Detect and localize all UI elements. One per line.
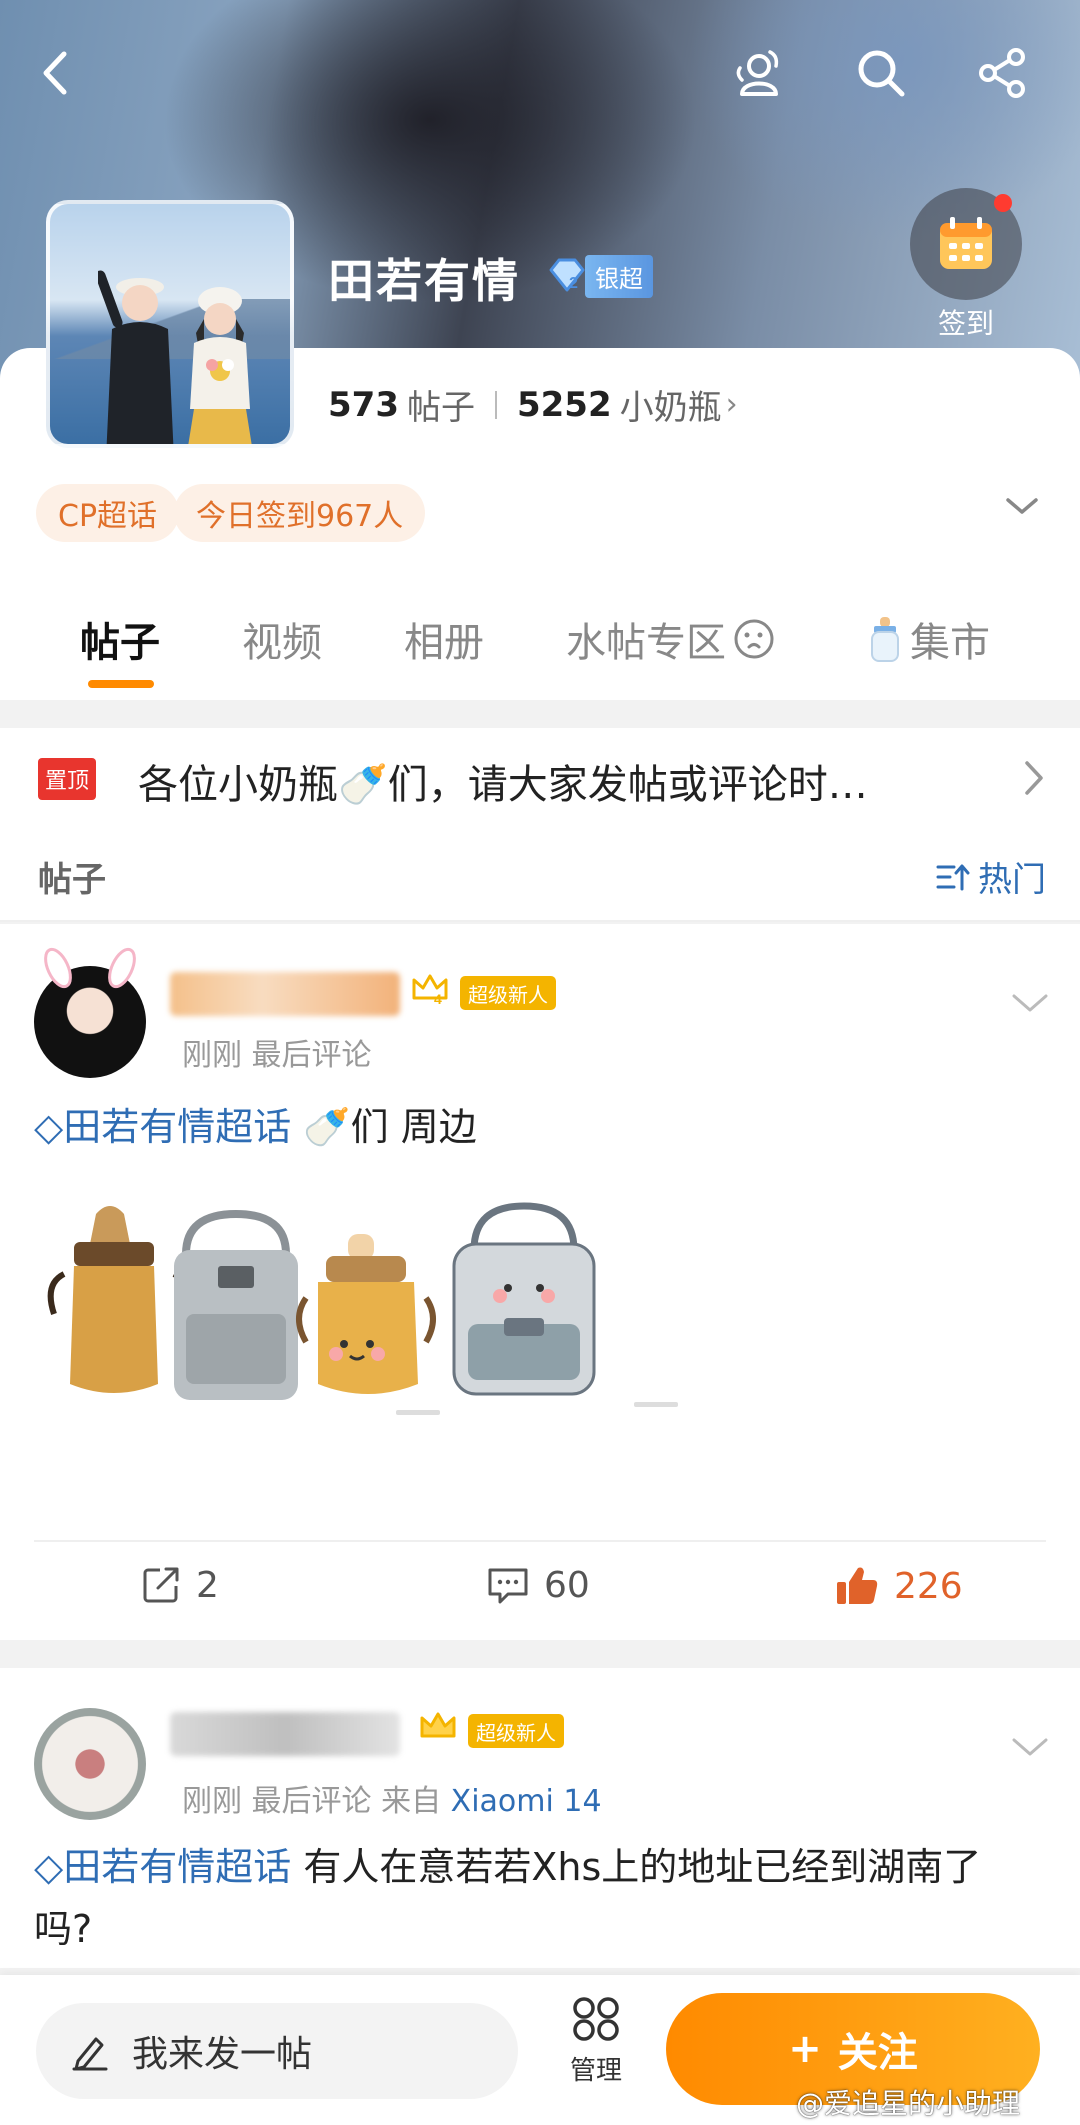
compose-post-button[interactable]: 我来发一帖 [36, 2003, 518, 2099]
post-image[interactable] [34, 1194, 714, 1444]
username-blurred[interactable] [170, 972, 400, 1016]
compose-placeholder: 我来发一帖 [132, 2034, 313, 2075]
chevron-down-icon[interactable] [1010, 990, 1050, 1020]
plus-icon: + [788, 2026, 822, 2072]
pencil-icon [72, 2037, 108, 2071]
avatar-figure-man-icon [98, 270, 174, 444]
topic-link-label: 田若有情超话 [63, 1845, 292, 1889]
diamond-icon: ◇ [34, 1845, 64, 1889]
level-crown-icon [420, 1712, 456, 1738]
post-text: 🍼们 周边 [303, 1105, 477, 1149]
chevron-down-icon[interactable] [1010, 1734, 1050, 1764]
topic-stats: 573 帖子 5252 小奶瓶 › [328, 380, 738, 429]
signin-button[interactable] [910, 188, 1022, 300]
post-meta: 刚刚 最后评论 来自 Xiaomi 14 [182, 1776, 602, 1820]
fans-label[interactable]: 小奶瓶 [620, 380, 722, 429]
post-card[interactable]: 4 超级新人 刚刚 最后评论 ◇田若有情超话 🍼们 周边 2 60 226 [0, 924, 1080, 1640]
chevron-right-icon[interactable]: › [726, 387, 738, 422]
like-button[interactable]: 226 [834, 1564, 963, 1608]
manage-icon [573, 1997, 619, 2041]
feed-section-label: 帖子 [38, 860, 106, 900]
active-tab-indicator [88, 680, 154, 688]
pinned-text: 各位小奶瓶🍼们，请大家发帖或评论时… [138, 762, 868, 808]
calendar-icon [940, 217, 992, 269]
manage-label: 管理 [569, 2056, 622, 2086]
manage-button[interactable]: 管理 [560, 1995, 632, 2087]
post-time: 刚刚 最后评论 [182, 1784, 372, 1819]
fans-count[interactable]: 5252 [517, 385, 612, 425]
baby-bottle-icon [871, 617, 899, 662]
user-avatar[interactable] [34, 1708, 146, 1820]
avatar-figure-woman-icon [188, 287, 252, 444]
posts-count: 573 [328, 384, 399, 425]
bunny-ears-decoration-icon [44, 947, 136, 989]
sort-icon [936, 864, 970, 890]
chevron-down-icon[interactable] [1004, 494, 1040, 522]
today-signin-pill[interactable]: 今日签到967人 [174, 484, 426, 542]
vip-badge: 超级新人 [468, 1714, 564, 1748]
repost-count: 2 [196, 1564, 219, 1606]
thumbs-up-icon [837, 1567, 878, 1604]
post-content: ◇田若有情超话 🍼们 周边 [34, 1096, 477, 1158]
stats-divider [494, 390, 497, 419]
pinned-tag: 置顶 [38, 758, 97, 800]
diamond-icon: ◇ [34, 1105, 64, 1149]
smirk-face-icon [734, 619, 774, 659]
tab-albums[interactable]: 相册 [404, 610, 484, 668]
topic-avatar[interactable] [46, 200, 294, 448]
feed-section-header: 帖子 热门 [0, 830, 1080, 922]
post-card[interactable]: 超级新人 刚刚 最后评论 来自 Xiaomi 14 ◇田若有情超话 有人在意若若… [0, 1668, 1080, 1968]
diamond-icon: 2 [549, 258, 585, 292]
post-device[interactable]: Xiaomi 14 [451, 1784, 602, 1819]
like-count: 226 [894, 1565, 963, 1607]
chevron-right-icon [1022, 758, 1046, 802]
search-icon[interactable] [846, 38, 916, 108]
watermark: @爱追星的小助理 [796, 2087, 1021, 2120]
tab-market-label: 集市 [910, 620, 990, 666]
cp-topic-pill[interactable]: CP超话 [36, 484, 180, 542]
post-source-prefix: 来自 [381, 1784, 442, 1819]
posts-label: 帖子 [406, 388, 475, 428]
topic-tabs: 帖子 视频 相册 水帖专区 集市 [0, 610, 1080, 690]
topic-link[interactable]: ◇田若有情超话 [34, 1845, 291, 1889]
share-icon[interactable] [968, 38, 1038, 108]
signin-label: 签到 [937, 307, 994, 340]
notification-dot [994, 194, 1012, 212]
level-crown-icon: 4 [412, 974, 448, 1006]
comment-count: 60 [544, 1564, 590, 1606]
post-action-bar: 2 60 226 [34, 1540, 1046, 1640]
comment-button[interactable]: 60 [486, 1564, 590, 1606]
tab-market[interactable]: 集市 [864, 610, 990, 668]
follow-label: 关注 [837, 2030, 918, 2076]
tab-posts[interactable]: 帖子 [80, 610, 160, 668]
vip-badge: 超级新人 [460, 976, 556, 1010]
tab-videos[interactable]: 视频 [242, 610, 322, 668]
silver-super-badge[interactable]: 2 银超 [545, 254, 653, 298]
tab-water-posts[interactable]: 水帖专区 [566, 610, 776, 668]
tab-water-posts-label: 水帖专区 [566, 620, 726, 666]
silver-badge-label: 银超 [585, 254, 653, 298]
repost-icon [143, 1567, 179, 1603]
super-fans-icon[interactable] [724, 38, 794, 108]
crown-level: 4 [434, 991, 442, 1006]
back-icon[interactable] [22, 38, 92, 108]
repost-button[interactable]: 2 [140, 1564, 219, 1606]
username-blurred[interactable] [170, 1712, 400, 1756]
topic-link[interactable]: ◇田若有情超话 [34, 1105, 291, 1149]
topic-title: 田若有情 [328, 254, 520, 308]
svg-text:2: 2 [569, 275, 578, 292]
topic-link-label: 田若有情超话 [63, 1105, 292, 1149]
sort-hot-button[interactable]: 热门 [936, 852, 1046, 901]
post-meta: 刚刚 最后评论 [182, 1038, 372, 1073]
post-content: ◇田若有情超话 有人在意若若Xhs上的地址已经到湖南了吗? [34, 1836, 1034, 1960]
sort-label: 热门 [978, 860, 1046, 900]
comment-icon [488, 1568, 528, 1604]
